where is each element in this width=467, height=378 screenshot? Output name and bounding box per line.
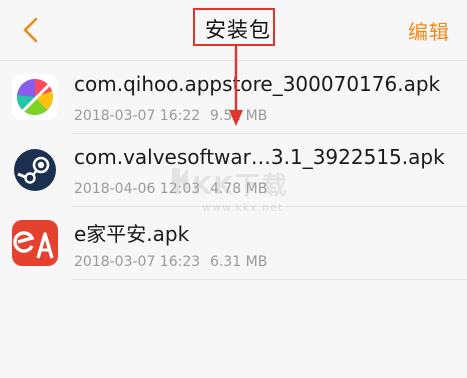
edit-button[interactable]: 编辑	[408, 16, 450, 45]
e-home-icon	[12, 220, 58, 266]
chevron-left-icon	[23, 17, 38, 43]
file-name: e家平安.apk	[74, 222, 190, 246]
file-date: 2018-03-07 16:23	[74, 254, 201, 270]
app-store-icon	[12, 74, 58, 120]
file-size: 6.31 MB	[210, 254, 268, 270]
watermark-url: www.kkx.net	[202, 201, 284, 214]
file-name: com.qihoo.appstore_300070176.apk	[74, 72, 441, 96]
row-divider	[72, 279, 467, 280]
watermark-logo-icon	[172, 168, 188, 194]
arrow-down-icon	[229, 46, 243, 126]
steam-icon	[12, 147, 58, 193]
watermark: KK下载 www.kkx.net	[170, 162, 300, 222]
file-date: 2018-03-07 16:22	[74, 108, 201, 124]
page-title: 安装包	[205, 18, 271, 42]
back-button[interactable]	[14, 10, 50, 50]
watermark-text: KK下载	[192, 171, 289, 200]
